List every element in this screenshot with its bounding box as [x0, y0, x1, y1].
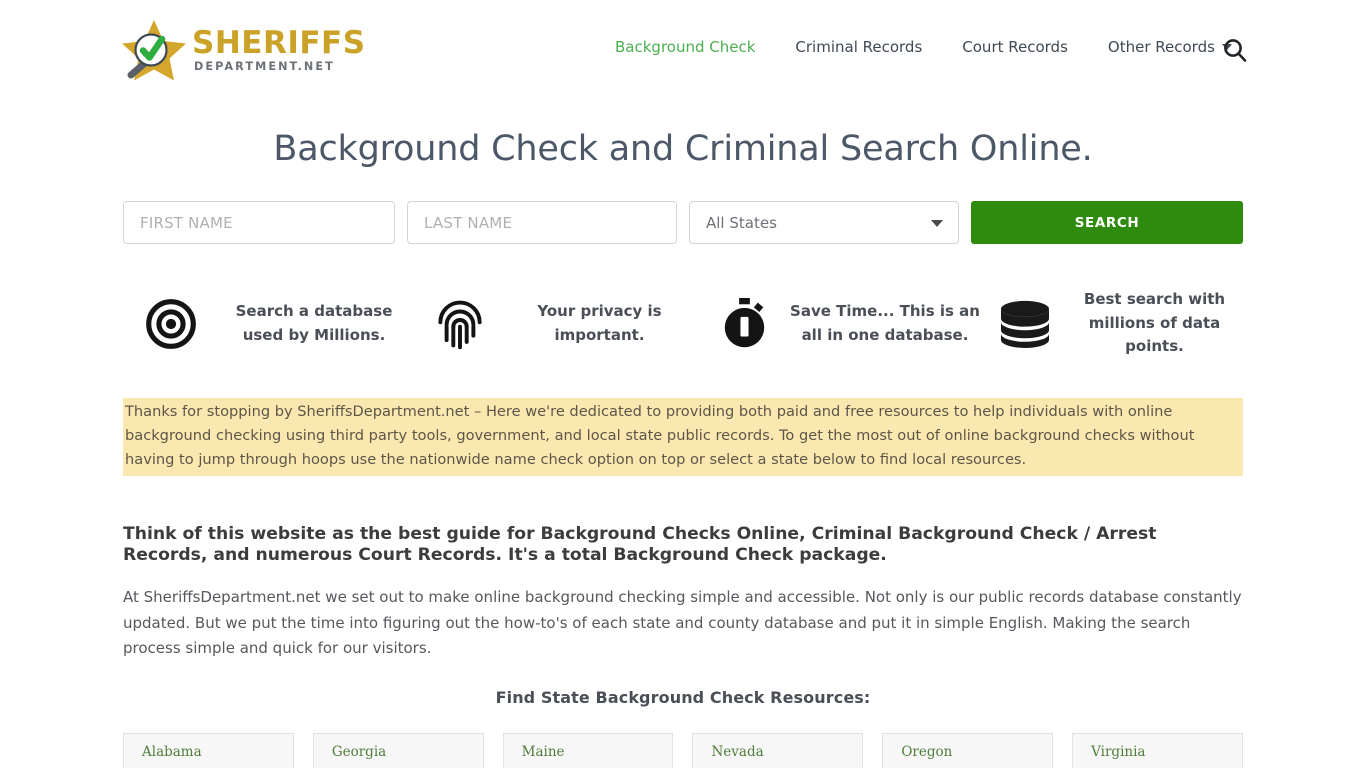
- content-body-paragraph: At SheriffsDepartment.net we set out to …: [123, 588, 1242, 657]
- feature-list: Search a database used by Millions. Your…: [123, 288, 1243, 359]
- star-magnifier-check-logo-icon: [122, 20, 186, 81]
- content-lead-paragraph: Think of this website as the best guide …: [123, 524, 1157, 566]
- nav-item-background-check[interactable]: Background Check: [595, 38, 775, 56]
- page-root: SHERIFFS DEPARTMENT.NET Background Check…: [0, 0, 1366, 768]
- feature-label: Search a database used by Millions.: [235, 301, 393, 344]
- site-logo[interactable]: SHERIFFS DEPARTMENT.NET: [118, 17, 366, 83]
- feature-label: Best search with millions of data points…: [1083, 290, 1226, 356]
- feature-item-data-points: Best search with millions of data points…: [983, 288, 1243, 359]
- state-card[interactable]: Georgia: [312, 733, 484, 768]
- fingerprint-icon: [413, 297, 507, 351]
- state-link-maine[interactable]: Maine: [522, 744, 565, 760]
- feature-item-save-time: Save Time... This is an all in one datab…: [698, 288, 983, 359]
- last-name-input[interactable]: [407, 201, 677, 244]
- state-resource-grid: Alabama Georgia Maine Nevada Oregon Virg…: [123, 733, 1243, 768]
- state-link-alabama[interactable]: Alabama: [142, 744, 202, 760]
- state-link-oregon[interactable]: Oregon: [901, 744, 952, 760]
- feature-item-search-database: Search a database used by Millions.: [123, 288, 413, 359]
- nav-item-criminal-records[interactable]: Criminal Records: [775, 38, 942, 56]
- logo-subtitle: DEPARTMENT.NET: [194, 59, 335, 73]
- logo-title: SHERIFFS: [192, 24, 366, 61]
- state-card[interactable]: Oregon: [882, 733, 1054, 768]
- page-title: Background Check and Criminal Search Onl…: [273, 129, 1093, 170]
- state-select-wrapper: All StatesAlabamaGeorgiaMaineNevadaOrego…: [689, 201, 959, 244]
- site-notice-banner: Thanks for stopping by SheriffsDepartmen…: [123, 398, 1243, 476]
- state-card[interactable]: Nevada: [692, 733, 864, 768]
- search-icon: [1224, 39, 1247, 62]
- site-header: SHERIFFS DEPARTMENT.NET Background Check…: [0, 0, 1366, 100]
- state-link-virginia[interactable]: Virginia: [1091, 744, 1145, 760]
- nav-item-court-records[interactable]: Court Records: [942, 38, 1088, 56]
- database-icon: [983, 300, 1067, 348]
- state-select[interactable]: All StatesAlabamaGeorgiaMaineNevadaOrego…: [689, 201, 959, 244]
- feature-label: Your privacy is important.: [537, 301, 662, 344]
- main-navigation: Background Check Criminal Records Court …: [595, 38, 1252, 56]
- search-submit-button[interactable]: SEARCH: [971, 201, 1243, 244]
- logo-wordmark: SHERIFFS DEPARTMENT.NET: [192, 24, 366, 73]
- state-link-georgia[interactable]: Georgia: [332, 744, 386, 760]
- target-icon: [123, 298, 219, 350]
- feature-item-privacy: Your privacy is important.: [413, 288, 698, 359]
- stopwatch-icon: [698, 297, 790, 350]
- state-link-nevada[interactable]: Nevada: [711, 744, 763, 760]
- state-card[interactable]: Virginia: [1072, 733, 1243, 768]
- state-card[interactable]: Maine: [502, 733, 674, 768]
- nav-item-other-records-label: Other Records: [1107, 38, 1215, 56]
- states-section-heading: Find State Background Check Resources:: [495, 688, 871, 708]
- state-card[interactable]: Alabama: [123, 733, 294, 768]
- first-name-input[interactable]: [123, 201, 395, 244]
- header-search-button[interactable]: [1221, 36, 1249, 64]
- background-check-search-form: All StatesAlabamaGeorgiaMaineNevadaOrego…: [123, 201, 1243, 244]
- feature-label: Save Time... This is an all in one datab…: [790, 301, 980, 344]
